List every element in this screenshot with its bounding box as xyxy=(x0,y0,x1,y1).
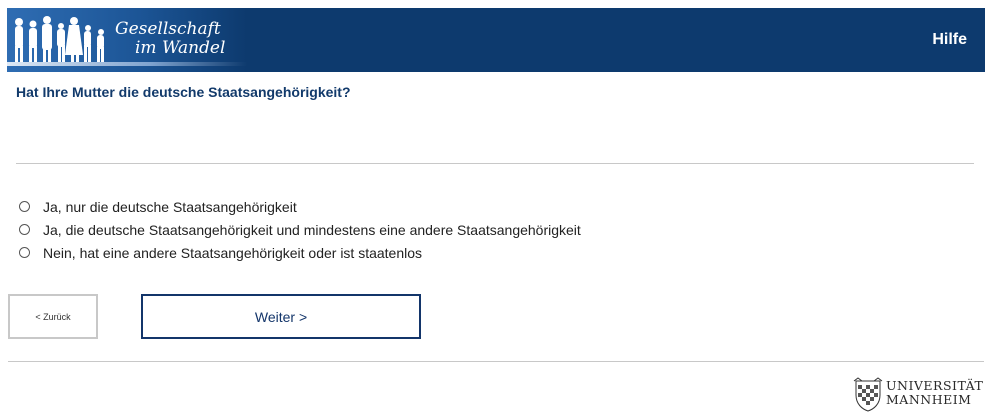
question-text: Hat Ihre Mutter die deutsche Staatsangeh… xyxy=(16,84,351,100)
option-label: Ja, die deutsche Staatsangehörigkeit und… xyxy=(43,221,581,238)
option-german-and-other[interactable]: Ja, die deutsche Staatsangehörigkeit und… xyxy=(19,218,581,241)
option-label: Ja, nur die deutsche Staatsangehörigkeit xyxy=(43,198,297,215)
back-button[interactable]: < Zurück xyxy=(8,294,98,339)
radio-button[interactable] xyxy=(19,224,30,235)
option-label: Nein, hat eine andere Staatsangehörigkei… xyxy=(43,244,423,261)
footer-divider xyxy=(8,361,984,362)
people-silhouette-icon xyxy=(15,16,104,64)
option-german-only[interactable]: Ja, nur die deutsche Staatsangehörigkeit xyxy=(19,195,581,218)
help-link[interactable]: Hilfe xyxy=(932,31,967,49)
logo-base xyxy=(7,62,247,66)
university-line-1: UNIVERSITÄT xyxy=(886,378,984,393)
option-other-or-stateless[interactable]: Nein, hat eine andere Staatsangehörigkei… xyxy=(19,241,581,264)
university-logo: UNIVERSITÄT MANNHEIM xyxy=(852,375,986,415)
logo-line-1: Gesellschaft xyxy=(115,19,221,39)
next-button[interactable]: Weiter > xyxy=(141,294,421,339)
radio-button[interactable] xyxy=(19,247,30,258)
university-name: UNIVERSITÄT MANNHEIM xyxy=(886,379,983,407)
logo-line-2: im Wandel xyxy=(135,38,226,58)
survey-header: Gesellschaft im Wandel Hilfe xyxy=(7,8,985,72)
university-line-2: MANNHEIM xyxy=(886,392,972,407)
logo-text: Gesellschaft im Wandel xyxy=(115,20,225,58)
radio-button[interactable] xyxy=(19,201,30,212)
crest-icon xyxy=(853,377,883,412)
divider xyxy=(16,163,974,164)
answer-options: Ja, nur die deutsche Staatsangehörigkeit… xyxy=(19,195,581,264)
logo: Gesellschaft im Wandel xyxy=(7,8,247,72)
